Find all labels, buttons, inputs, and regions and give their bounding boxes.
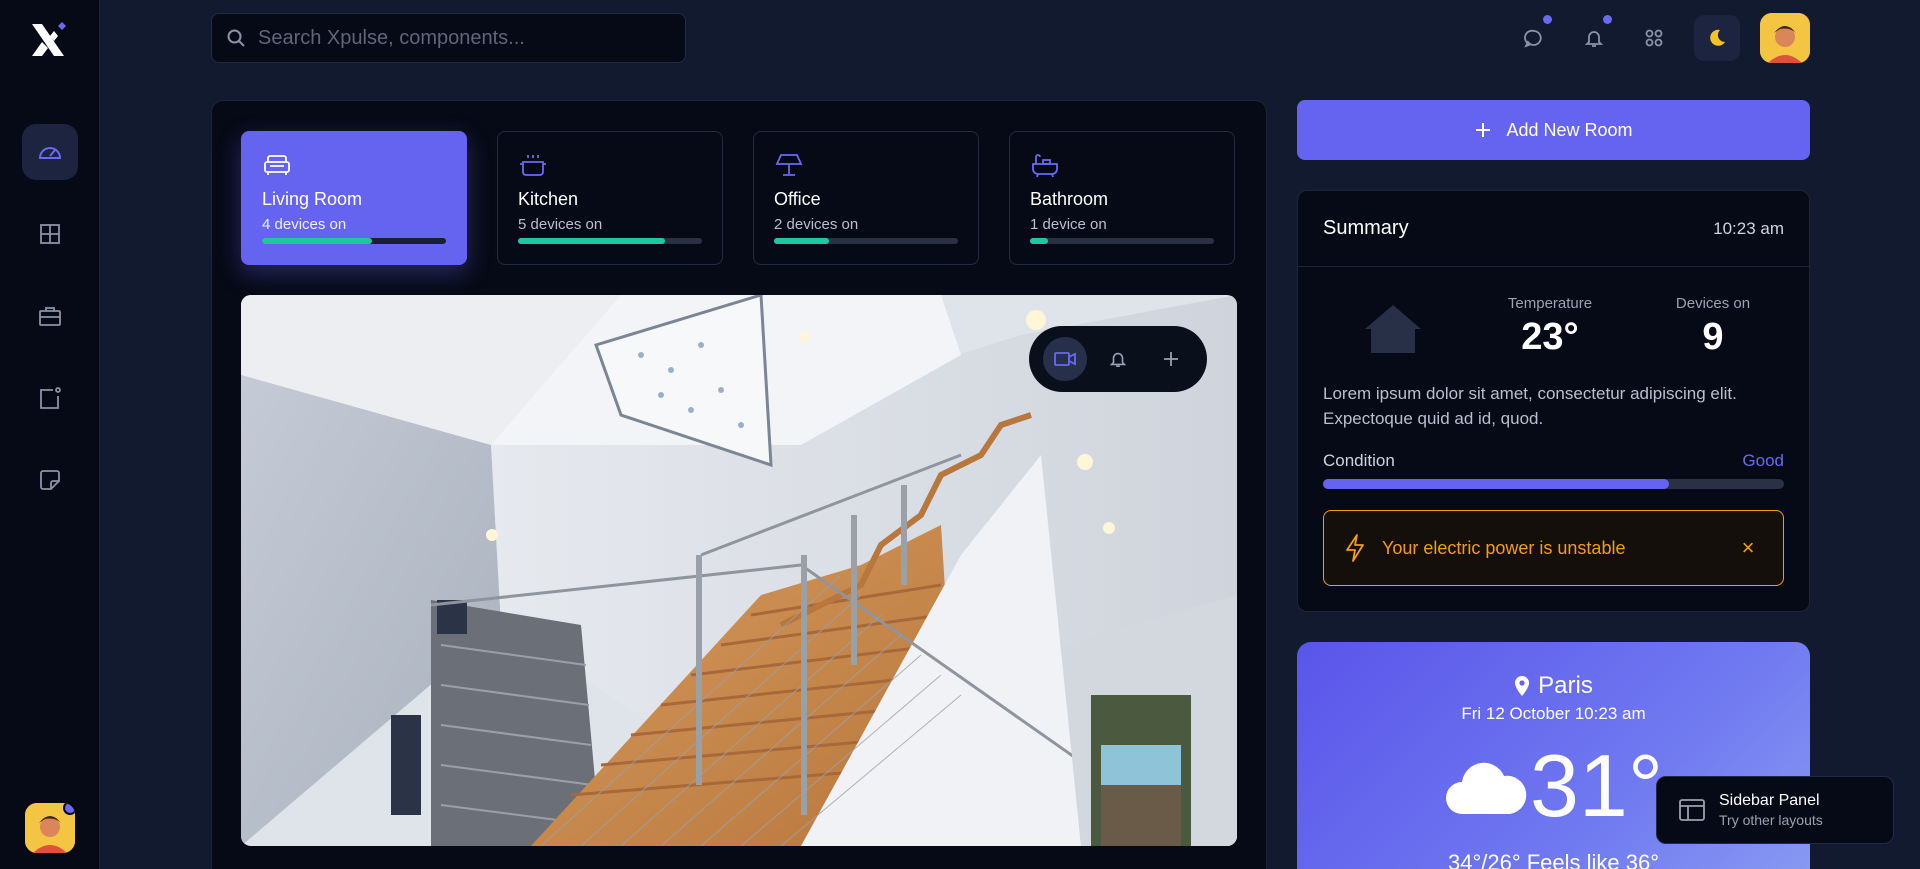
devices-value: 9 (1702, 316, 1724, 358)
condition-bar (1323, 479, 1784, 489)
summary-card: Summary 10:23 am Temperature 23° Devices… (1297, 190, 1810, 612)
room-name: Office (774, 189, 821, 209)
sidebar-panel-toast[interactable]: Sidebar Panel Try other layouts (1656, 776, 1894, 844)
devices-label: Devices on (1675, 295, 1751, 312)
weather-temperature: 31° (1529, 736, 1664, 835)
search-icon (227, 29, 245, 47)
app-logo[interactable] (28, 20, 72, 60)
alert-message: Your electric power is unstable (1382, 537, 1626, 558)
online-indicator (63, 803, 75, 815)
square-dot-icon (39, 387, 61, 409)
room-card-living-room[interactable]: Living Room 4 devices on (241, 131, 467, 265)
rooms-panel: Living Room 4 devices on Kitchen 5 devic… (211, 100, 1267, 869)
notifications-badge (1603, 15, 1612, 24)
camera-alert-button[interactable] (1096, 337, 1140, 381)
top-bar-actions (1514, 12, 1810, 64)
weather-location: Paris (1297, 672, 1810, 700)
room-status: 4 devices on (262, 216, 347, 233)
room-progress-fill (518, 238, 666, 244)
condition-row: Condition Good (1323, 451, 1784, 471)
room-status: 5 devices on (518, 216, 603, 233)
room-status: 1 device on (1030, 216, 1107, 233)
room-progress (518, 238, 702, 244)
apps-grid-icon (1645, 29, 1663, 47)
gauge-icon (38, 147, 61, 159)
room-progress-fill (262, 238, 373, 244)
room-progress-fill (1030, 238, 1049, 244)
summary-title: Summary (1323, 217, 1409, 239)
room-card-office[interactable]: Office 2 devices on (753, 131, 979, 265)
bell-icon (1584, 31, 1604, 47)
plus-icon (1163, 352, 1178, 366)
power-alert: Your electric power is unstable × (1323, 510, 1784, 586)
moon-icon (1710, 29, 1725, 46)
alert-close-button[interactable]: × (1733, 535, 1763, 561)
camera-add-button[interactable] (1149, 337, 1193, 381)
room-name: Bathroom (1030, 189, 1109, 209)
grid-icon (39, 224, 60, 244)
toast-subtitle: Try other layouts (1719, 812, 1823, 828)
temperature-value: 23° (1521, 316, 1579, 358)
messages-button[interactable] (1514, 12, 1554, 64)
weather-city: Paris (1538, 672, 1593, 699)
room-progress (262, 238, 446, 244)
video-button[interactable] (1043, 337, 1088, 381)
video-camera-icon (1054, 352, 1077, 366)
summary-stats: Temperature 23° Devices on 9 (1298, 295, 1809, 385)
nav-grid[interactable] (22, 206, 78, 262)
room-progress (774, 238, 958, 244)
room-status: 2 devices on (774, 216, 859, 233)
nav-sticky-note[interactable] (22, 452, 78, 508)
bell-icon (1109, 352, 1127, 368)
room-progress-fill (774, 238, 830, 244)
room-list: Living Room 4 devices on Kitchen 5 devic… (241, 131, 1235, 265)
room-progress (1030, 238, 1214, 244)
temperature-stat: Temperature 23° (1480, 295, 1620, 359)
add-new-room-button[interactable]: Add New Room (1297, 100, 1810, 160)
summary-description: Lorem ipsum dolor sit amet, consectetur … (1323, 384, 1737, 428)
room-name: Kitchen (518, 189, 579, 209)
search-bar (211, 13, 686, 63)
chat-bubble-icon (1524, 29, 1542, 48)
layout-icon (1679, 799, 1705, 821)
briefcase-icon (38, 307, 61, 326)
theme-toggle-button[interactable] (1694, 15, 1740, 61)
apps-button[interactable] (1634, 12, 1674, 64)
bathtub-icon (1032, 154, 1058, 178)
lightning-icon (1346, 534, 1364, 562)
sticky-note-icon (39, 470, 60, 490)
messages-badge (1543, 15, 1552, 24)
condition-bar-fill (1323, 479, 1669, 489)
desk-lamp-icon (775, 154, 803, 176)
notifications-button[interactable] (1574, 12, 1614, 64)
pot-icon (520, 155, 546, 176)
cloud-icon (1445, 762, 1527, 814)
sidebar (0, 0, 100, 869)
nav-square-dot[interactable] (22, 370, 78, 426)
nav-briefcase[interactable] (22, 288, 78, 344)
toast-title: Sidebar Panel (1719, 792, 1820, 809)
sidebar-avatar[interactable] (25, 803, 75, 853)
room-name: Living Room (262, 189, 363, 209)
camera-controls (1029, 326, 1207, 392)
condition-label: Condition (1323, 451, 1395, 470)
nav-dashboard[interactable] (21, 124, 78, 180)
sofa-icon (264, 155, 290, 175)
map-pin-icon (1515, 676, 1530, 696)
temperature-label: Temperature (1507, 295, 1593, 312)
weather-date: Fri 12 October 10:23 am (1461, 704, 1646, 723)
user-avatar[interactable] (1760, 13, 1810, 63)
weather-feels-like: 34°/26° Feels like 36° (1447, 850, 1660, 869)
room-card-bathroom[interactable]: Bathroom 1 device on (1009, 131, 1235, 265)
search-input[interactable] (258, 26, 658, 50)
summary-header: Summary 10:23 am (1298, 191, 1809, 267)
room-card-kitchen[interactable]: Kitchen 5 devices on (497, 131, 723, 265)
condition-value: Good (1742, 451, 1784, 470)
summary-time: 10:23 am (1713, 218, 1784, 238)
house-icon (1365, 305, 1421, 353)
devices-stat: Devices on 9 (1643, 295, 1783, 359)
plus-icon (1476, 123, 1491, 137)
add-new-room-label: Add New Room (1506, 119, 1633, 140)
